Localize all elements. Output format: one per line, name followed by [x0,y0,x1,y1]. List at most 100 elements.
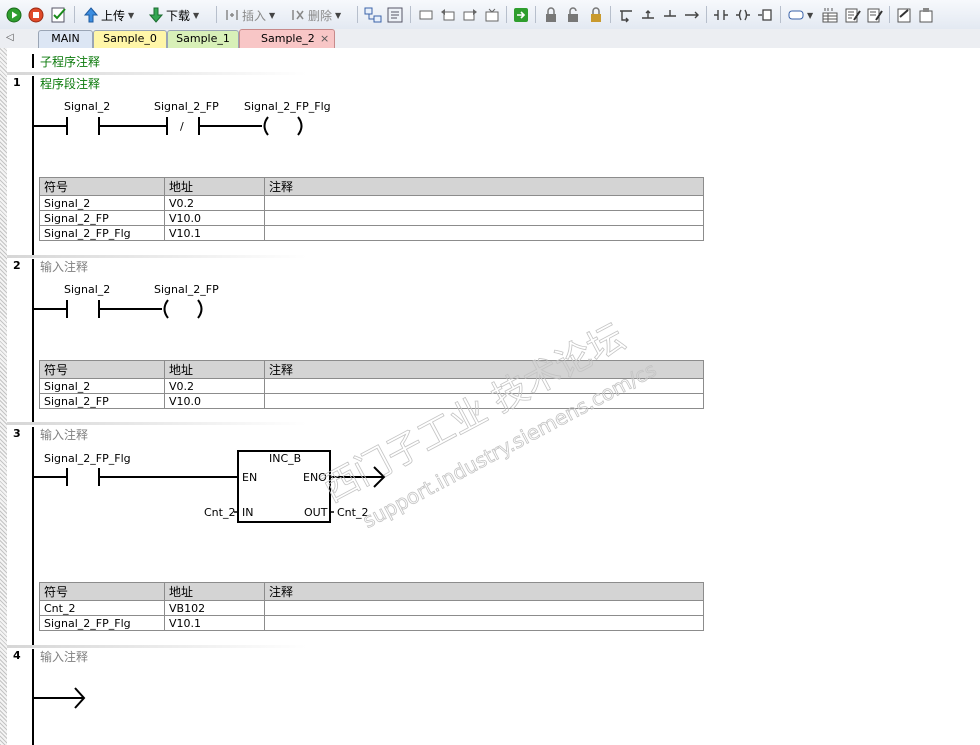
branch-line-button[interactable] [662,5,678,25]
edit-comment-button[interactable] [845,5,861,25]
contact-label: Signal_2 [64,283,110,296]
tab-sample-2[interactable]: Sample_2 × [239,29,335,49]
box-icon [758,9,772,21]
delete-button[interactable]: 删除 ▼ [290,5,341,25]
address-cell[interactable]: V10.0 [164,210,265,226]
prev-bookmark-button[interactable] [440,5,456,25]
symbol-cell[interactable]: Signal_2_FP [39,393,165,409]
comment-cell[interactable] [264,378,704,394]
box-button[interactable] [757,5,773,25]
symbol-cell[interactable]: Signal_2_FP_Flg [39,225,165,241]
pou-icon [919,8,933,23]
run-icon [6,7,22,23]
stop-button[interactable] [28,5,44,25]
upload-button[interactable]: 上传 ▼ [83,5,134,25]
symbol-table-icon [822,8,838,23]
tab-sample-1[interactable]: Sample_1 [167,30,239,48]
compile-button[interactable] [50,5,68,25]
comment-cell[interactable] [264,393,704,409]
network-4-ladder[interactable] [0,683,120,713]
coil-button[interactable] [735,5,751,25]
cross-ref-button[interactable] [386,5,404,25]
network-comment[interactable]: 输入注释 [40,426,88,443]
chevron-down-icon: ▼ [269,10,276,20]
scroll-left-icon[interactable]: ◁ [6,32,14,43]
tab-main[interactable]: MAIN [38,30,93,48]
network-comment[interactable]: 输入注释 [40,258,88,275]
edit-note-icon [845,8,861,23]
col-address-header: 地址 [164,582,265,601]
comment-cell[interactable] [264,615,704,631]
box-out-pin: OUT [304,506,328,519]
tab-sample-0[interactable]: Sample_0 [93,30,167,48]
network-2-ladder[interactable]: Signal_2 Signal_2_FP [0,279,360,329]
comment-cell[interactable] [264,600,704,616]
toolbar-separator [74,6,75,23]
coil-icon [736,9,750,21]
branch-up-button[interactable] [640,5,656,25]
network-3-ladder[interactable]: Signal_2_FP_Flg INC_B EN ENO IN OUT Cnt_… [0,444,420,529]
symbol-table[interactable]: 符号 地址 注释 Signal_2 V0.2 Signal_2_FP V10.0… [39,177,704,241]
in-operand[interactable]: Cnt_2 [204,506,235,519]
network-button[interactable] [364,5,382,25]
symbol-cell[interactable]: Signal_2_FP [39,210,165,226]
address-cell[interactable]: V10.0 [164,393,265,409]
pou-button[interactable] [918,5,934,25]
address-cell[interactable]: V0.2 [164,195,265,211]
table-row[interactable]: Signal_2_FP V10.0 [39,393,704,409]
goto-button[interactable] [513,5,529,25]
address-cell[interactable]: VB102 [164,600,265,616]
network-comment[interactable]: 程序段注释 [40,75,100,92]
run-button[interactable] [6,5,22,25]
table-row[interactable]: Signal_2_FP_Flg V10.1 [39,615,704,631]
table-row[interactable]: Cnt_2 VB102 [39,600,704,616]
network-divider [7,422,307,425]
table-row[interactable]: Signal_2 V0.2 [39,195,704,211]
tab-main-label: MAIN [51,32,80,45]
comment-cell[interactable] [264,225,704,241]
out-operand[interactable]: Cnt_2 [337,506,368,519]
table-row[interactable]: Signal_2_FP V10.0 [39,210,704,226]
address-cell[interactable]: V10.1 [164,615,265,631]
symbol-table[interactable]: 符号 地址 注释 Cnt_2 VB102 Signal_2_FP_Flg V10… [39,582,704,631]
properties-button[interactable] [896,5,912,25]
network-1-ladder[interactable]: Signal_2 Signal_2_FP Signal_2_FP_Flg / [0,96,360,146]
network-comment[interactable]: 输入注释 [40,648,88,665]
symbol-table-button[interactable] [822,5,838,25]
download-button[interactable]: 下载 ▼ [148,5,199,25]
symbol-table[interactable]: 符号 地址 注释 Signal_2 V0.2 Signal_2_FP V10.0 [39,360,704,409]
unlock-button[interactable] [565,5,581,25]
symbol-cell[interactable]: Signal_2 [39,378,165,394]
close-icon[interactable]: × [320,31,329,47]
branch-down-button[interactable] [618,5,634,25]
symbol-cell[interactable]: Cnt_2 [39,600,165,616]
contact-button[interactable] [713,5,729,25]
edit-symbols-button[interactable] [867,5,883,25]
symbol-cell[interactable]: Signal_2 [39,195,165,211]
ladder-editor[interactable]: 子程序注释 1 程序段注释 Signal_2 Signal_2_FP Signa… [0,48,980,745]
line-right-button[interactable] [684,5,700,25]
next-bookmark-button[interactable] [462,5,478,25]
insert-button[interactable]: 插入 ▼ [224,5,275,25]
contact-icon [714,10,728,20]
lock-status-button[interactable] [588,5,604,25]
address-cell[interactable]: V0.2 [164,378,265,394]
bookmark-button[interactable] [418,5,434,25]
subroutine-comment[interactable]: 子程序注释 [40,53,100,70]
clear-bookmark-button[interactable] [484,5,500,25]
coil-right-arc [297,116,303,136]
toolbar-separator [889,6,890,23]
box-en-pin: EN [242,471,257,484]
comment-cell[interactable] [264,210,704,226]
symbol-cell[interactable]: Signal_2_FP_Flg [39,615,165,631]
lock-star-icon [591,7,601,22]
table-row[interactable]: Signal_2_FP_Flg V10.1 [39,225,704,241]
symbol-table-header: 符号 地址 注释 [39,360,704,379]
comment-toggle-button[interactable]: ▼ [788,5,813,25]
address-cell[interactable]: V10.1 [164,225,265,241]
table-row[interactable]: Signal_2 V0.2 [39,378,704,394]
lock-button[interactable] [543,5,559,25]
insert-icon [226,10,238,20]
comment-cell[interactable] [264,195,704,211]
comment-icon [788,10,804,20]
